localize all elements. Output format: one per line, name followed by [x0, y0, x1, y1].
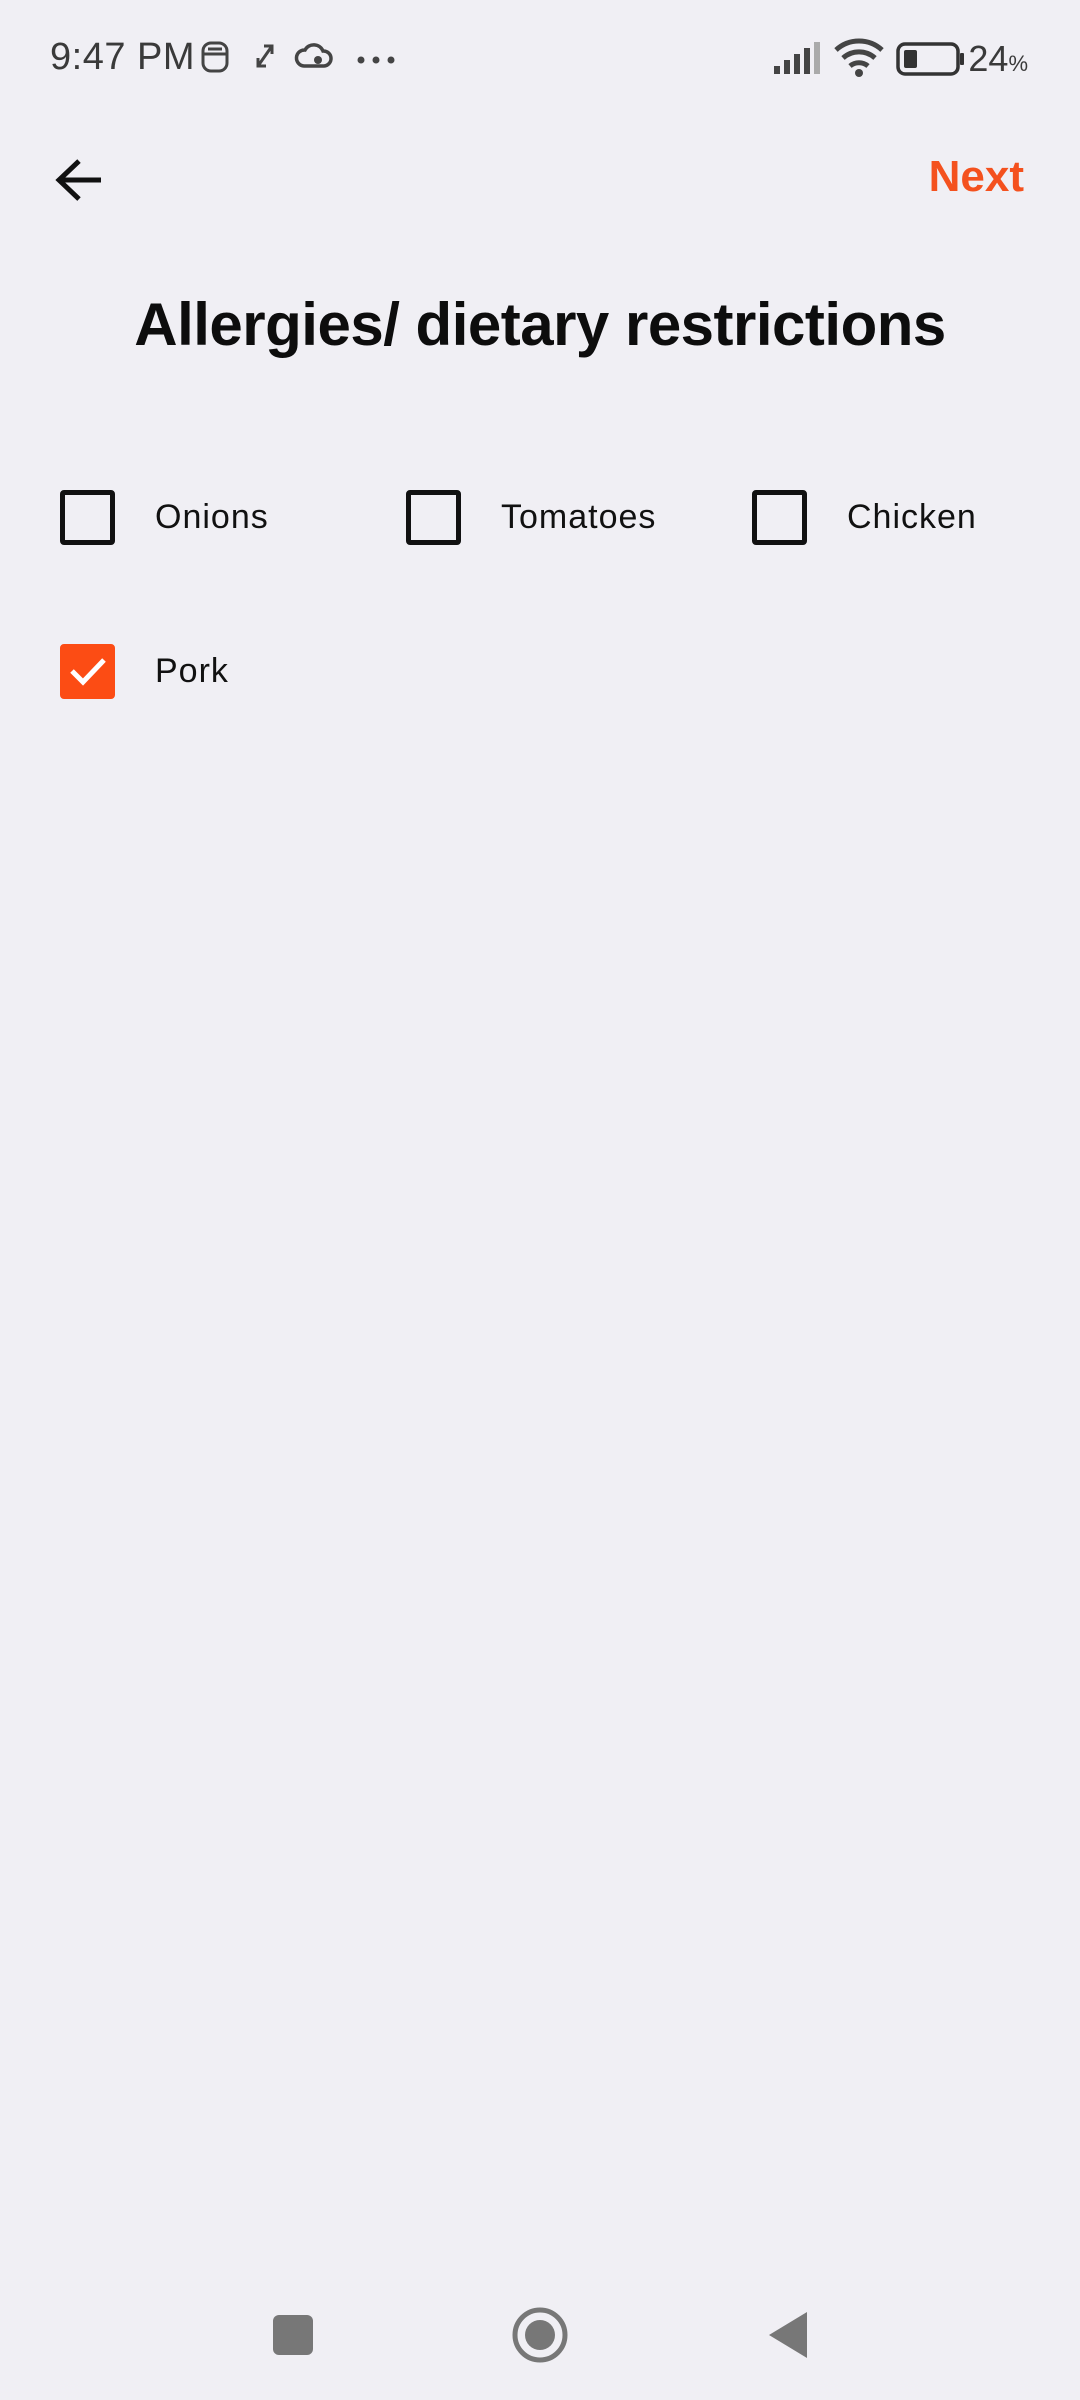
option-pork[interactable]: Pork	[60, 641, 229, 701]
next-button[interactable]: Next	[929, 152, 1024, 202]
wifi-icon	[834, 38, 884, 83]
circle-home-icon	[512, 2307, 568, 2363]
checkbox[interactable]	[406, 489, 461, 545]
cloud-icon	[294, 40, 334, 77]
page-title: Allergies/ dietary restrictions	[134, 291, 946, 358]
status-bar: 9:47 PM 24%	[0, 0, 1080, 120]
back-button[interactable]	[40, 140, 120, 220]
triangle-back-icon	[769, 2312, 807, 2358]
battery-icon	[896, 42, 966, 81]
option-label: Chicken	[847, 497, 977, 536]
option-onions[interactable]: Onions	[60, 487, 269, 547]
sync-arrows-icon	[252, 40, 278, 77]
recents-button[interactable]	[258, 2300, 328, 2370]
more-dots-icon	[356, 52, 396, 70]
status-time: 9:47 PM	[50, 36, 196, 78]
checkbox[interactable]	[60, 489, 115, 545]
checkbox-checked[interactable]	[60, 643, 115, 699]
signal-icon	[772, 42, 822, 81]
screen: 9:47 PM 24% Next Allergies/ dietary rest…	[0, 0, 1080, 2400]
option-label: Onions	[155, 497, 269, 536]
arrow-left-icon	[55, 159, 101, 201]
home-button[interactable]	[505, 2300, 575, 2370]
notification-app-icon	[200, 40, 230, 79]
system-back-button[interactable]	[752, 2300, 822, 2370]
option-chicken[interactable]: Chicken	[752, 487, 977, 547]
option-tomatoes[interactable]: Tomatoes	[406, 487, 656, 547]
checkmark-icon	[69, 658, 106, 686]
checkbox[interactable]	[752, 489, 807, 545]
option-label: Pork	[155, 651, 229, 690]
option-label: Tomatoes	[501, 497, 657, 536]
square-recents-icon	[273, 2315, 313, 2355]
battery-percentage: 24%	[968, 38, 1028, 79]
